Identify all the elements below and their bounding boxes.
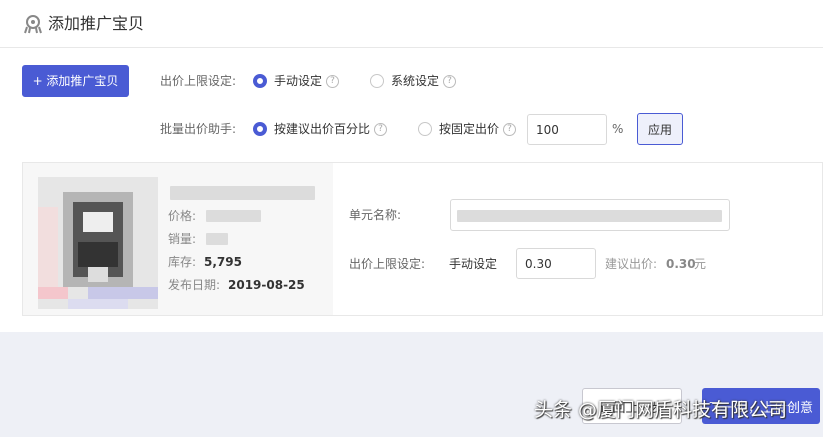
- product-title: [170, 186, 315, 200]
- suggest-percent-radio[interactable]: [253, 122, 267, 136]
- apply-button[interactable]: 应用: [637, 113, 683, 145]
- system-bid-radio[interactable]: [370, 74, 384, 88]
- fixed-bid-radio[interactable]: [418, 122, 432, 136]
- batch-percent-input[interactable]: [527, 114, 607, 145]
- stock-label: 库存:: [168, 255, 197, 269]
- unit-bid-mode: 手动设定: [449, 257, 498, 271]
- product-card: 价格: 销量: 库存: 5,795 发布日期: 2019-08-25 单元名称:…: [22, 162, 823, 316]
- manual-bid-radio[interactable]: [253, 74, 267, 88]
- sales-label: 销量:: [168, 232, 197, 246]
- product-summary: 价格: 销量: 库存: 5,795 发布日期: 2019-08-25: [23, 163, 333, 315]
- publish-date-value: 2019-08-25: [228, 278, 305, 292]
- product-thumbnail: [38, 177, 158, 309]
- stock-value: 5,795: [204, 255, 242, 269]
- page-header: 添加推广宝贝: [0, 0, 823, 48]
- unit-name-label: 单元名称:: [349, 208, 402, 222]
- help-icon[interactable]: ?: [374, 123, 387, 136]
- add-product-button[interactable]: + 添加推广宝贝: [22, 65, 129, 97]
- fixed-bid-label: 按固定出价: [439, 122, 500, 136]
- sales-value: [206, 233, 228, 245]
- suggest-bid-unit: 元: [694, 257, 707, 271]
- price-label: 价格:: [168, 209, 197, 223]
- suggest-bid-value: 0.30: [666, 257, 696, 271]
- suggest-percent-label: 按建议出价百分比: [274, 122, 371, 136]
- help-icon[interactable]: ?: [443, 75, 456, 88]
- batch-bid-label: 批量出价助手:: [160, 122, 237, 136]
- unit-name-value: [457, 210, 722, 222]
- watermark-text: 头条 @厦门网盾科技有限公司: [534, 399, 788, 421]
- unit-name-input[interactable]: [450, 199, 730, 231]
- system-bid-label: 系统设定: [391, 74, 440, 88]
- suggest-bid-label: 建议出价:: [605, 257, 658, 271]
- manual-bid-label: 手动设定: [274, 74, 323, 88]
- page-title: 添加推广宝贝: [48, 14, 145, 33]
- unit-bid-input[interactable]: [516, 248, 596, 279]
- price-value: [206, 210, 261, 222]
- help-icon[interactable]: ?: [326, 75, 339, 88]
- unit-bid-label: 出价上限设定:: [349, 257, 426, 271]
- percent-unit: %: [612, 122, 624, 136]
- logo-icon: [24, 15, 42, 34]
- publish-date-label: 发布日期:: [168, 278, 221, 292]
- help-icon[interactable]: ?: [503, 123, 516, 136]
- bid-limit-label: 出价上限设定:: [160, 74, 237, 88]
